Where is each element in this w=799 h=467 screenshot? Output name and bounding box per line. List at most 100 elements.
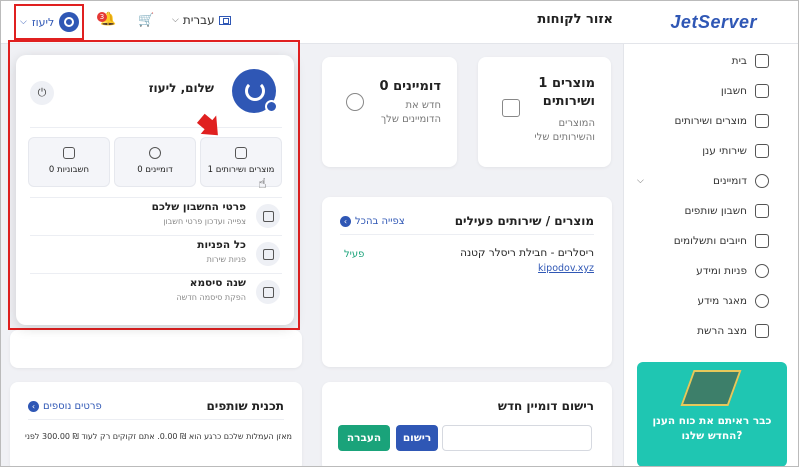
transfer-button[interactable]: העברה [338,425,390,451]
ticket-icon [256,242,280,266]
chart-icon [755,324,769,338]
flag-icon [218,15,231,25]
user-menu-button[interactable]: ⌵ ליעוז [14,4,84,40]
register-button[interactable]: רישום [396,425,438,451]
sidebar-item-label: מצב הרשת [697,325,747,337]
avatar[interactable] [232,69,278,113]
products-tile[interactable]: 1 מוצרים ושירותים [200,137,282,187]
chevron-down-icon: ⌵ [20,17,27,27]
status-badge: פעיל [344,249,365,260]
invoice-icon [63,147,75,159]
edit-icon[interactable] [265,100,278,113]
sidebar-item-network-status[interactable]: מצב הרשת [623,316,799,346]
language-selector[interactable]: ⌵ עברית [172,13,231,27]
view-all-link[interactable]: ‹ צפייה בהכל [340,216,405,227]
divider [340,234,594,235]
user-name: ליעוז [31,15,55,29]
partners-icon [755,204,769,218]
account-details-item[interactable]: פרטי החשבון שלכם צפייה ועדכון פרטי חשבון [30,197,282,233]
products-stat-card[interactable]: 1 מוצרים ושירותים המוצרים והשירותים שלי [478,57,611,167]
menu-item-subtitle: הפקת סיסמה חדשה [176,293,246,302]
tile-label: 1 מוצרים ושירותים [207,165,275,175]
globe-icon [149,147,161,159]
domains-count: 0 דומיינים [379,79,441,94]
sidebar-item-products[interactable]: מוצרים ושירותים [623,106,799,136]
sidebar-item-account[interactable]: חשבון [623,76,799,106]
active-services-title: מוצרים / שירותים פעילים [454,214,594,228]
logo[interactable]: JetServer [670,12,757,33]
promo-text: כבר ראיתם את כוח הענן החדש שלנו? [652,415,772,442]
domains-sub: חדש את הדומיינים שלך [380,100,441,125]
menu-item-subtitle: פניות שירות [206,255,246,264]
sidebar-item-label: חשבון [720,85,747,97]
affiliate-text: מאזן העמלות שלכם כרגע הוא ₪ 0.00. אתם זק… [24,432,292,441]
sidebar-item-knowledgebase[interactable]: מאגר מידע [623,286,799,316]
chevron-left-icon: ‹ [340,216,351,227]
sidebar-item-billing[interactable]: חיובים ותשלומים [623,226,799,256]
invoices-tile[interactable]: 0 חשבוניות [28,137,110,187]
chevron-left-icon: ‹ [28,401,39,412]
notification-badge: 3 [97,12,107,22]
sidebar-item-label: מוצרים ושירותים [674,115,747,127]
sidebar-item-label: דומיינים [713,175,747,187]
box-icon [755,114,769,128]
products-sub: המוצרים והשירותים שלי [534,118,595,143]
domain-register-title: רישום דומיין חדש [497,399,594,413]
domain-input[interactable] [442,425,592,451]
products-count: 1 מוצרים ושירותים [538,76,595,109]
cloud-promo-banner[interactable]: כבר ראיתם את כוח הענן החדש שלנו? [637,362,787,467]
domains-tile[interactable]: 0 דומיינים [114,137,196,187]
lock-icon [256,280,280,304]
menu-item-title: כל הפניות [197,239,246,251]
chevron-down-icon: ⌵ [637,176,644,186]
sidebar-item-label: מאגר מידע [697,295,747,307]
cart-icon[interactable]: 🛒 [138,13,154,28]
affiliate-title: תכנית שותפים [206,399,284,413]
invoice-icon [755,234,769,248]
language-label: עברית [182,13,215,27]
cloud-icon [755,144,769,158]
menu-item-title: שנה סיסמא [189,277,246,289]
sidebar-item-home[interactable]: בית [623,46,799,76]
logout-button[interactable]: ⏻ [30,81,54,105]
service-domain[interactable]: kipodov.xyz [538,263,594,274]
avatar [59,12,80,32]
service-name[interactable]: ריסלרים - חבילת ריסלר קטנה [460,247,594,259]
divider [30,127,282,128]
sidebar-item-domains[interactable]: ⌵ דומיינים [623,166,799,196]
active-services-card: מוצרים / שירותים פעילים ‹ צפייה בהכל ריס… [322,197,612,367]
sidebar-item-cloud[interactable]: שירותי ענן [623,136,799,166]
headset-icon [755,264,769,278]
top-bar: JetServer אזור לקוחות ⌵ עברית 🛒 🔔 3 ⌵ לי… [0,0,799,44]
sidebar-item-partners[interactable]: חשבון שותפים [623,196,799,226]
home-icon [755,54,769,68]
sidebar-item-label: חיובים ותשלומים [673,235,747,247]
hand-cursor-icon: ☝ [258,176,267,192]
change-password-item[interactable]: שנה סיסמא הפקת סיסמה חדשה [30,273,282,309]
notifications-button[interactable]: 🔔 3 [97,12,116,27]
more-details-label: פרטים נוספים [43,401,102,412]
greeting: שלום, ליעוז [148,81,214,95]
sidebar-item-label: חשבון שותפים [684,205,747,217]
more-details-link[interactable]: ‹ פרטים נוספים [28,401,102,412]
annotation-arrow-icon [196,113,218,136]
sidebar-item-label: שירותי ענן [702,145,747,157]
sidebar-item-support[interactable]: פניות ומידע [623,256,799,286]
affiliate-card: תכנית שותפים ‹ פרטים נוספים מאזן העמלות … [10,382,302,467]
chevron-down-icon: ⌵ [172,15,179,25]
all-tickets-item[interactable]: כל הפניות פניות שירות [30,235,282,271]
menu-item-subtitle: צפייה ועדכון פרטי חשבון [163,217,246,226]
bulb-icon [755,294,769,308]
user-icon [755,84,769,98]
domains-stat-card[interactable]: 0 דומיינים חדש את הדומיינים שלך [322,57,457,167]
menu-item-title: פרטי החשבון שלכם [151,201,246,213]
divider [28,419,284,420]
background-card [10,330,302,368]
user-icon [256,204,280,228]
sidebar-item-label: פניות ומידע [696,265,747,277]
domain-register-card: רישום דומיין חדש רישום העברה [322,382,612,467]
sidebar-item-label: בית [731,55,747,67]
page-title: אזור לקוחות [537,12,613,27]
globe-icon [346,93,364,111]
globe-icon [755,174,769,188]
